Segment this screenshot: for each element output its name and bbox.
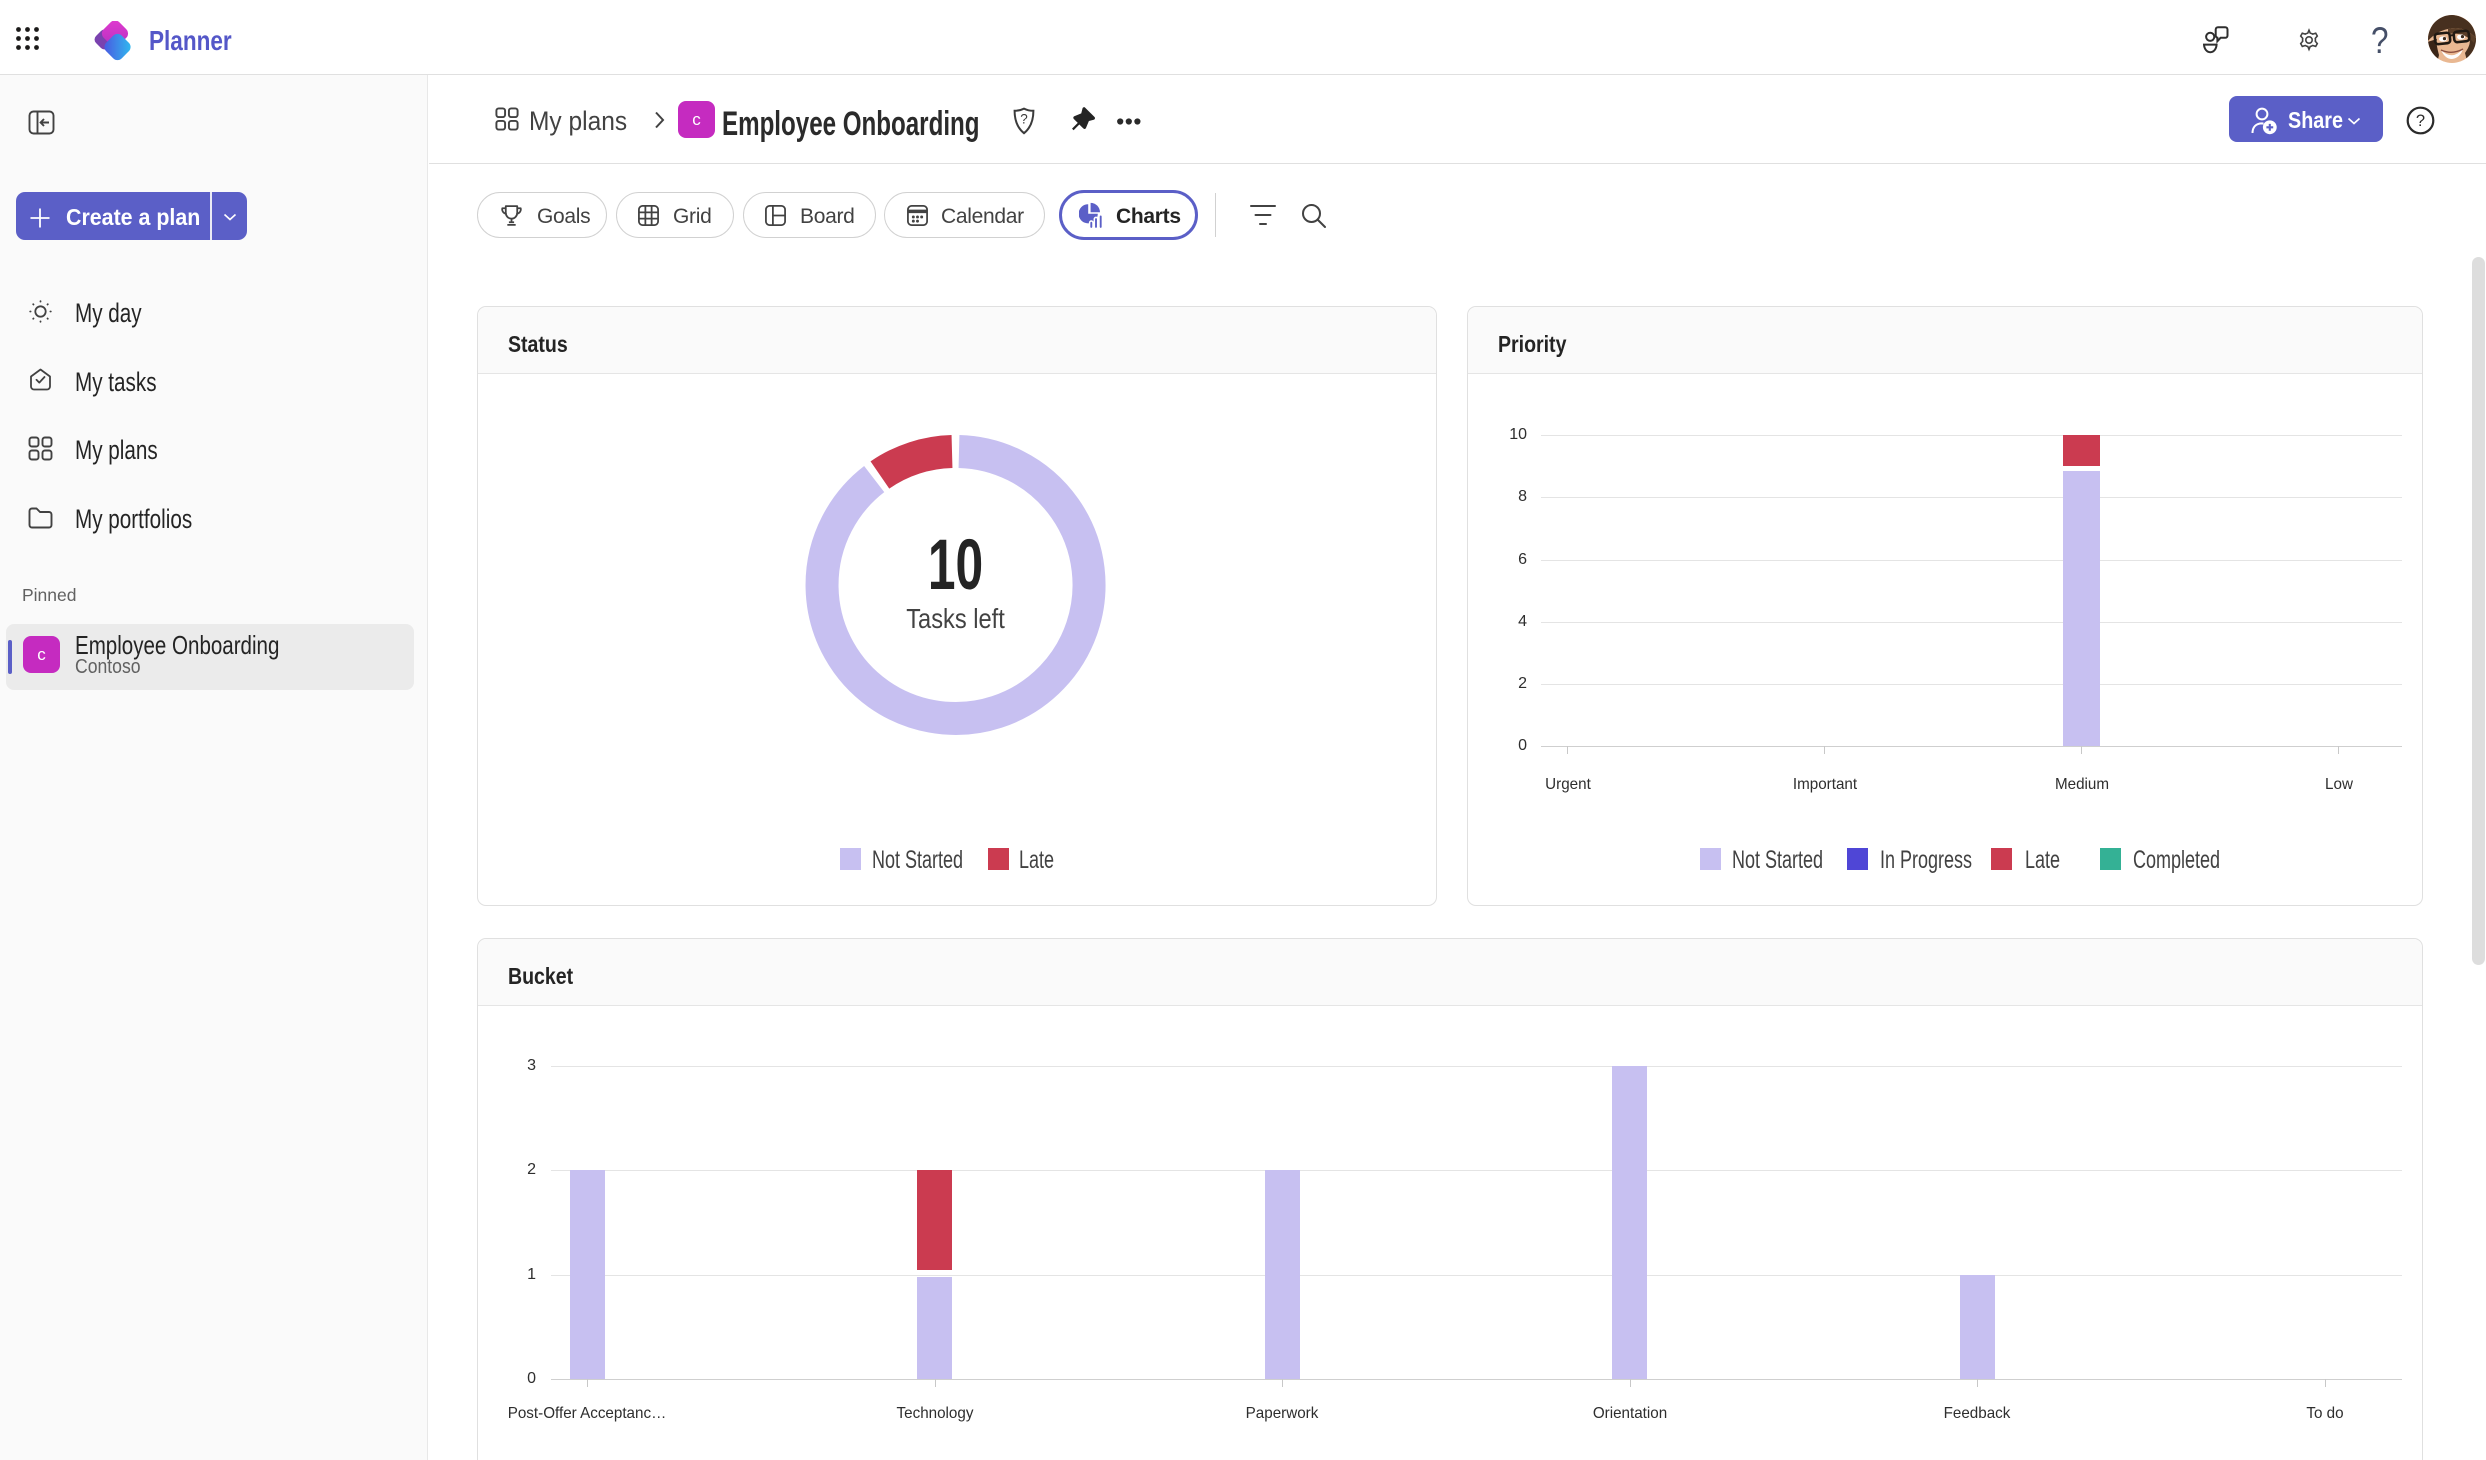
svg-text:?: ? bbox=[1020, 112, 1028, 127]
svg-text:?: ? bbox=[2416, 112, 2425, 130]
